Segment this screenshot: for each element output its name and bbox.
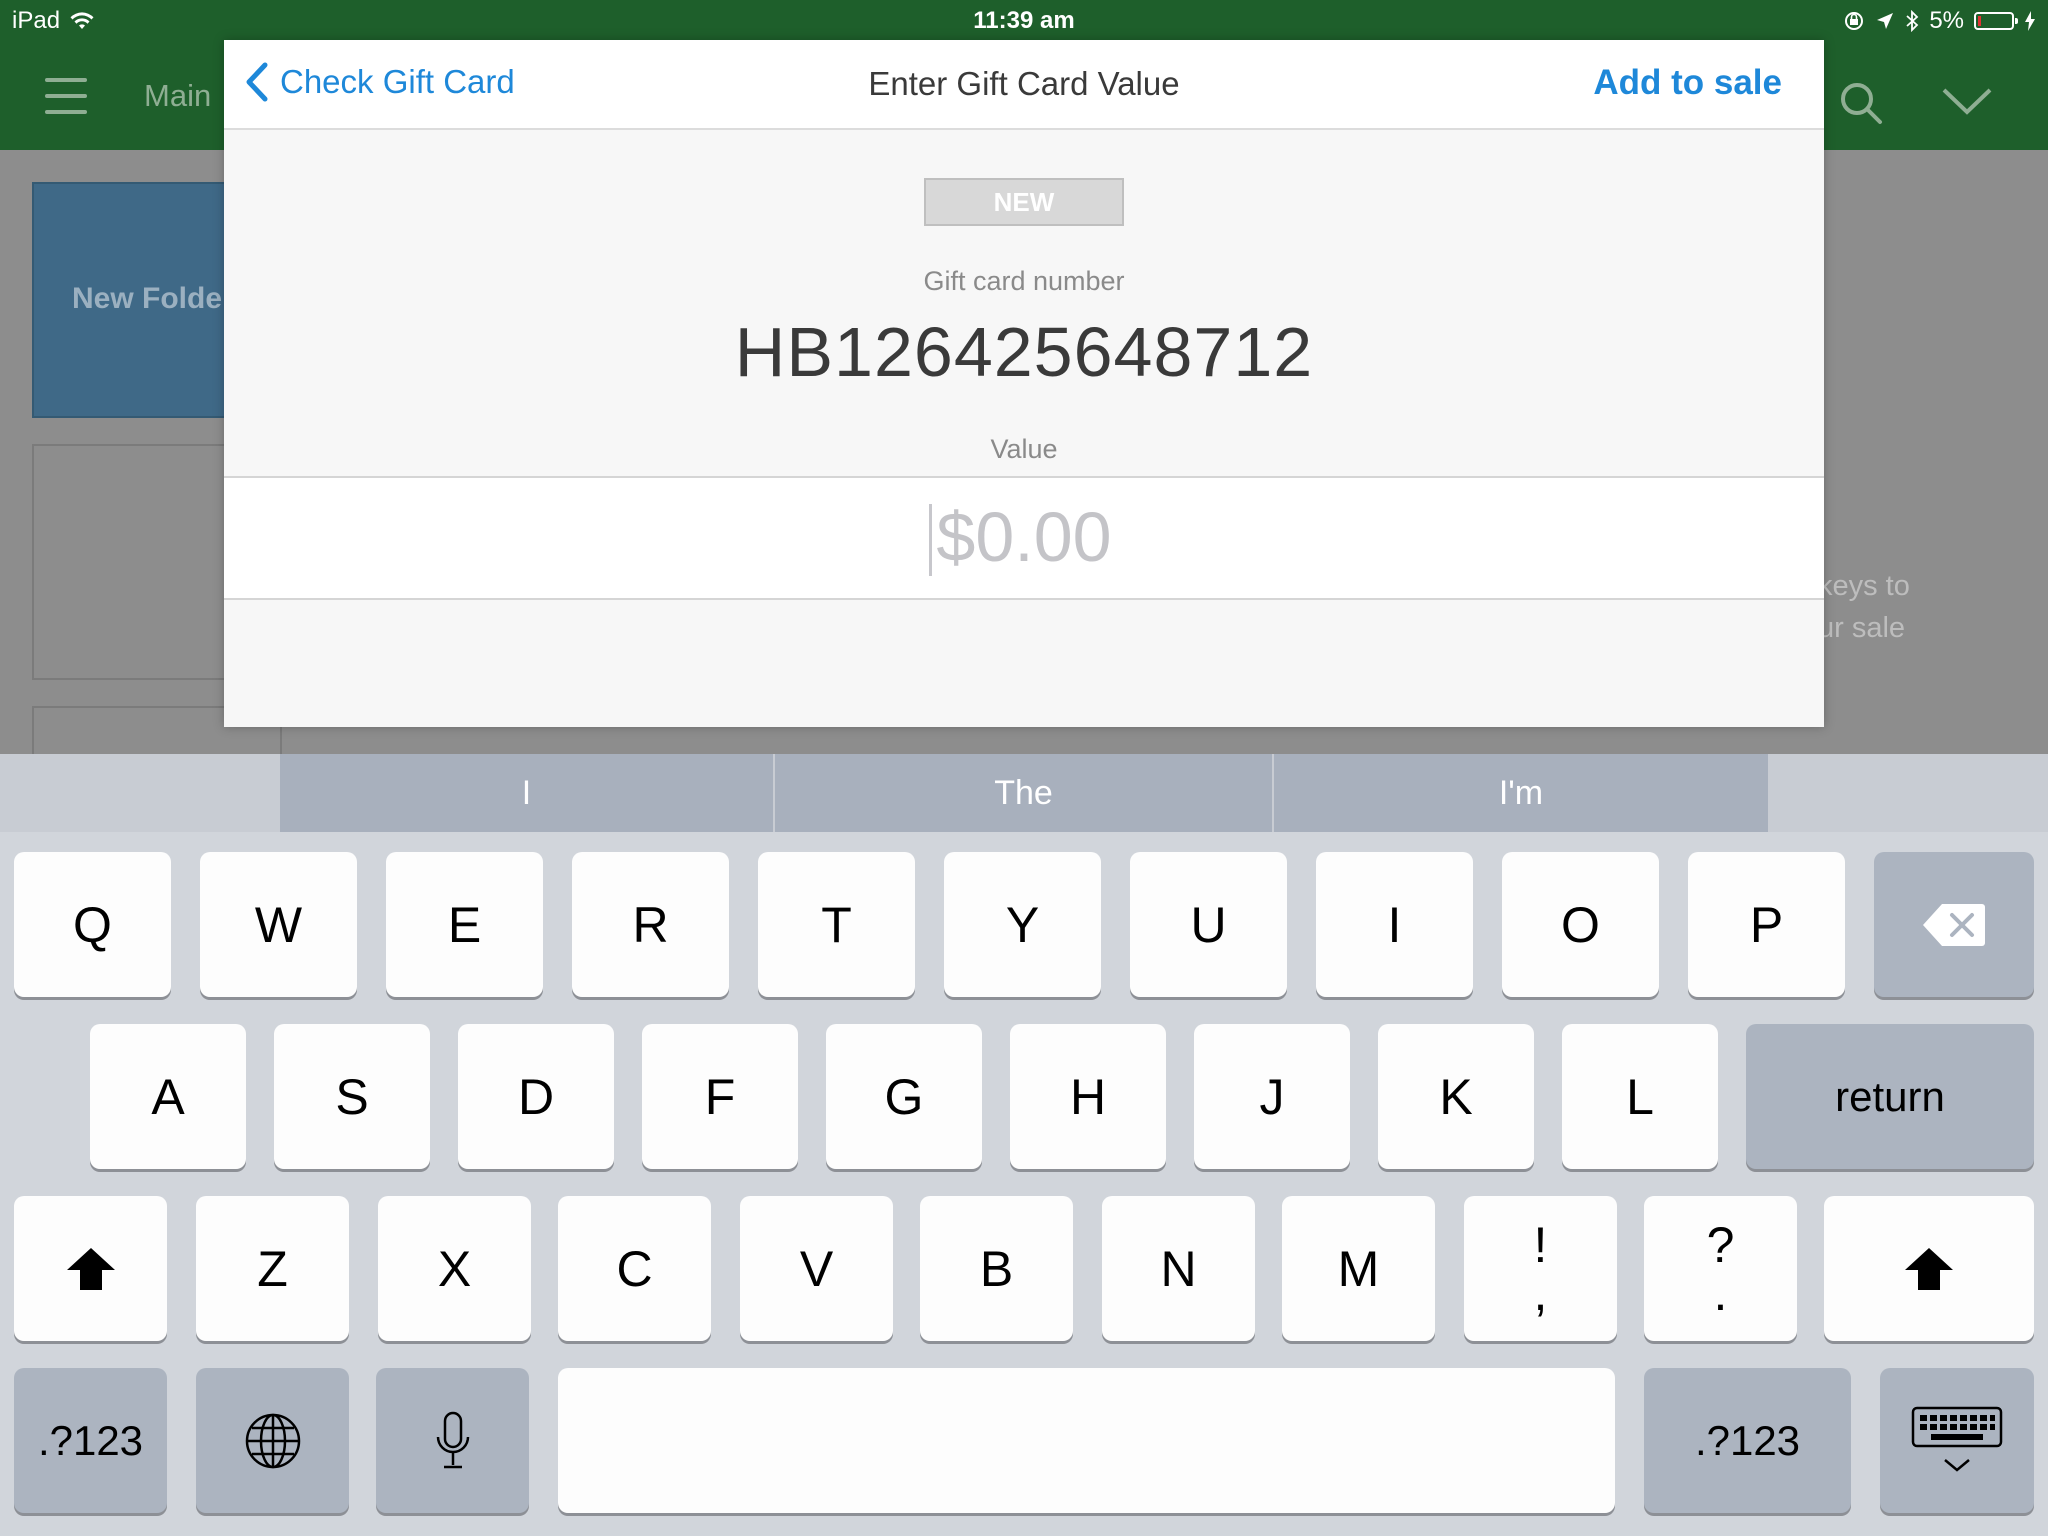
chevron-down-icon[interactable]: [1940, 82, 1994, 118]
key-top-char: ?: [1706, 1216, 1735, 1273]
key-o[interactable]: O: [1502, 852, 1659, 997]
key-l[interactable]: L: [1562, 1024, 1718, 1169]
backspace-icon: [1923, 903, 1985, 946]
new-badge: NEW: [924, 178, 1124, 226]
key-e[interactable]: E: [386, 852, 543, 997]
key-j[interactable]: J: [1194, 1024, 1350, 1169]
key-v[interactable]: V: [740, 1196, 893, 1341]
add-to-sale-button[interactable]: Add to sale: [1593, 63, 1782, 103]
value-input[interactable]: [224, 496, 1824, 578]
key-s[interactable]: S: [274, 1024, 430, 1169]
value-field-row: [224, 476, 1824, 600]
key-f[interactable]: F: [642, 1024, 798, 1169]
key-bottom-char: .: [1713, 1264, 1728, 1321]
folder-tile-label: New Folde: [72, 282, 223, 315]
charging-icon: [2025, 11, 2035, 31]
text-caret: [929, 504, 932, 576]
key-p[interactable]: P: [1688, 852, 1845, 997]
key-m[interactable]: M: [1282, 1196, 1435, 1341]
status-time: 11:39 am: [973, 7, 1075, 34]
globe-key[interactable]: [196, 1368, 349, 1513]
keyboard-dismiss-icon: [1911, 1406, 2003, 1472]
modal-title: Enter Gift Card Value: [868, 65, 1180, 102]
suggestion-item[interactable]: I: [280, 754, 773, 832]
hint-line: ur sale: [1818, 612, 1906, 644]
key-y[interactable]: Y: [944, 852, 1101, 997]
key-n[interactable]: N: [1102, 1196, 1255, 1341]
key-w[interactable]: W: [200, 852, 357, 997]
key-h[interactable]: H: [1010, 1024, 1166, 1169]
key-r[interactable]: R: [572, 852, 729, 997]
main-label[interactable]: Main: [144, 78, 211, 114]
globe-icon: [245, 1413, 300, 1468]
gift-card-number-label: Gift card number: [923, 266, 1125, 296]
shift-icon: [1905, 1247, 1953, 1290]
key-z[interactable]: Z: [196, 1196, 349, 1341]
keyboard-dismiss-key[interactable]: [1880, 1368, 2034, 1513]
numbers-key-left[interactable]: .?123: [14, 1368, 167, 1513]
key-q[interactable]: Q: [14, 852, 171, 997]
status-bar: iPad 11:39 am 5%: [0, 0, 2048, 40]
numbers-key-right[interactable]: .?123: [1644, 1368, 1851, 1513]
modal-nav-bar: Check Gift Card Enter Gift Card Value Ad…: [224, 40, 1824, 130]
microphone-key[interactable]: [376, 1368, 529, 1513]
shift-key-right[interactable]: [1824, 1196, 2034, 1341]
key-b[interactable]: B: [920, 1196, 1073, 1341]
bluetooth-icon: [1906, 10, 1919, 32]
key-a[interactable]: A: [90, 1024, 246, 1169]
battery-icon: [1974, 12, 2018, 30]
key-i[interactable]: I: [1316, 852, 1473, 997]
shift-icon: [66, 1247, 115, 1290]
backspace-key[interactable]: [1874, 852, 2034, 997]
key-exclaim-comma[interactable]: ! ,: [1464, 1196, 1617, 1341]
gift-card-number: HB126425648712: [734, 313, 1314, 391]
key-c[interactable]: C: [558, 1196, 711, 1341]
gift-card-modal: Check Gift Card Enter Gift Card Value Ad…: [224, 40, 1824, 727]
key-d[interactable]: D: [458, 1024, 614, 1169]
hint-text: keys to ur sale: [1818, 565, 1910, 649]
hint-line: keys to: [1818, 570, 1910, 602]
search-icon[interactable]: [1838, 80, 1884, 126]
key-top-char: !: [1533, 1216, 1548, 1273]
key-u[interactable]: U: [1130, 852, 1287, 997]
suggestion-item[interactable]: The: [775, 754, 1272, 832]
key-g[interactable]: G: [826, 1024, 982, 1169]
value-label: Value: [990, 434, 1058, 464]
suggestion-item[interactable]: I'm: [1274, 754, 1768, 832]
location-icon: [1877, 13, 1894, 29]
key-k[interactable]: K: [1378, 1024, 1534, 1169]
keyboard: I The I'm Q W E R T Y U I O P A S D F G …: [0, 754, 2048, 1536]
suggestion-bar: I The I'm: [0, 754, 2048, 832]
key-t[interactable]: T: [758, 852, 915, 997]
microphone-icon: [436, 1411, 469, 1468]
key-question-period[interactable]: ? .: [1644, 1196, 1797, 1341]
return-key[interactable]: return: [1746, 1024, 2034, 1169]
key-bottom-char: ,: [1533, 1264, 1548, 1321]
key-x[interactable]: X: [378, 1196, 531, 1341]
shift-key-left[interactable]: [14, 1196, 167, 1341]
orientation-lock-icon: [1845, 12, 1864, 30]
space-key[interactable]: [558, 1368, 1615, 1513]
menu-icon[interactable]: [45, 78, 87, 126]
battery-percent: 5%: [1929, 7, 1964, 34]
